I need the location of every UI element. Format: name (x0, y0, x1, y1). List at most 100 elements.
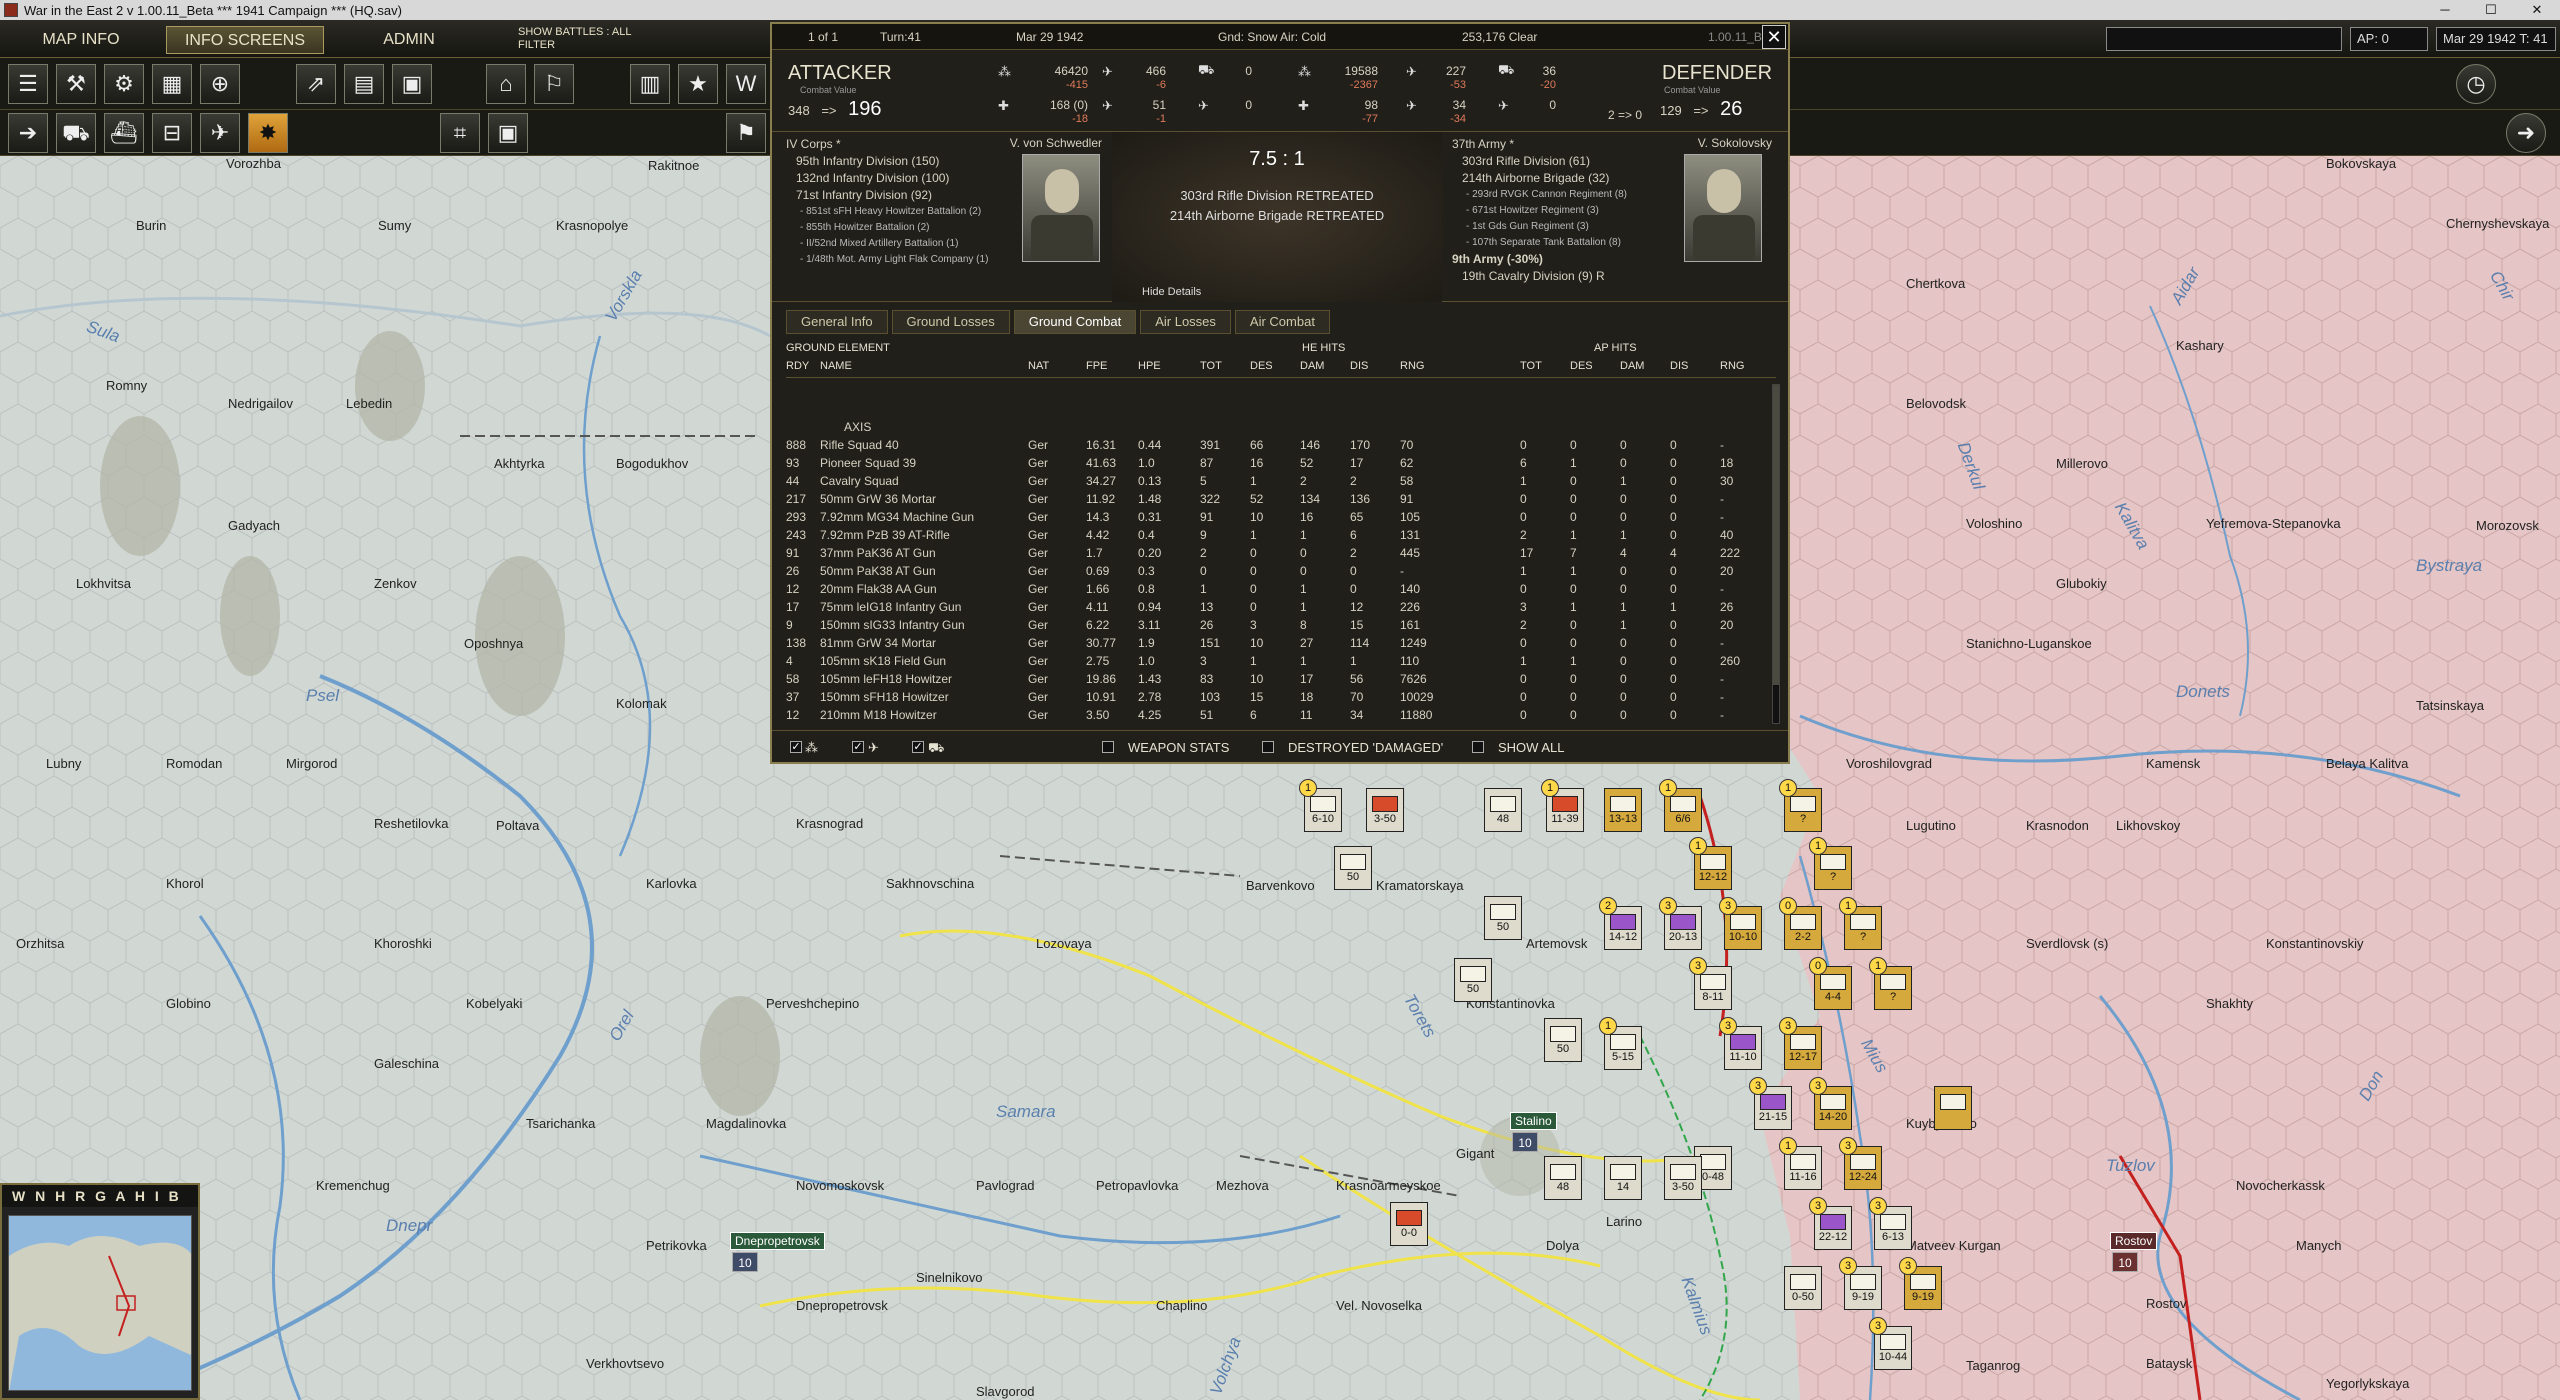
unit-counter[interactable]: 3 22-12 (1809, 1197, 1852, 1250)
unit-counter[interactable]: 3 9-19 (1899, 1257, 1942, 1310)
column-header[interactable]: HPE (1138, 360, 1161, 372)
table-row[interactable]: 93 Pioneer Squad 39 Ger 41.63 1.0 87 16 52 17 62 6… (786, 456, 1776, 474)
w-icon[interactable]: W (726, 64, 766, 104)
column-header[interactable]: DAM (1620, 360, 1644, 372)
unit-counter[interactable]: 3 21-15 (1749, 1077, 1792, 1130)
unit-counter[interactable] (1934, 1086, 1972, 1130)
files-icon[interactable]: ▥ (630, 64, 670, 104)
filter-afv-checkbox[interactable]: ✓ (912, 741, 924, 753)
minimap-filter-tabs[interactable]: W N H R G A H I B (2, 1185, 198, 1207)
column-header[interactable]: NAME (820, 360, 852, 372)
column-header[interactable]: DIS (1350, 360, 1368, 372)
hide-details-link[interactable]: Hide Details (1142, 286, 1201, 298)
table-row[interactable]: 4 105mm sK18 Field Gun Ger 2.75 1.0 3 1 1 1 110 1 1… (786, 654, 1776, 672)
column-header[interactable]: RNG (1400, 360, 1424, 372)
scrollbar-thumb[interactable] (1773, 385, 1779, 685)
table-row[interactable]: 17 75mm leIG18 Infantry Gun Ger 4.11 0.94 13 0… (786, 600, 1776, 618)
target-icon[interactable]: ⊕ (200, 64, 240, 104)
unit-counter[interactable]: 50 (1484, 896, 1522, 940)
fort-icon[interactable]: ▣ (488, 113, 528, 153)
table-row[interactable]: 91 37mm PaK36 AT Gun Ger 1.7 0.20 2 0 0 2 445 17 7 4… (786, 546, 1776, 564)
column-header[interactable]: RDY (786, 360, 809, 372)
table-row[interactable]: 138 81mm GrW 34 Mortar Ger 30.77 1.9 151 10 27 1… (786, 636, 1776, 654)
move-arrow-icon[interactable]: ➔ (8, 113, 48, 153)
naval-icon[interactable]: ⛴ (104, 113, 144, 153)
unit-counter[interactable]: 1 6/6 (1659, 779, 1702, 832)
close-window-button[interactable]: ✕ (2514, 0, 2560, 20)
unit-counter[interactable]: 3 12-24 (1839, 1137, 1882, 1190)
transfer-icon[interactable]: ⇗ (296, 64, 336, 104)
org-chart-icon[interactable]: ⚐ (534, 64, 574, 104)
table-row[interactable]: 293 7.92mm MG34 Machine Gun Ger 14.3 0.31 91 1… (786, 510, 1776, 528)
show-battles-filter[interactable]: SHOW BATTLES : ALL FILTER (518, 26, 668, 52)
unit-counter[interactable]: 2 14-12 (1599, 897, 1642, 950)
unit-counter[interactable]: 1 12-12 (1689, 837, 1732, 890)
unit-counter[interactable]: 3 14-20 (1809, 1077, 1852, 1130)
unit-counter[interactable]: 1 5-15 (1599, 1017, 1642, 1070)
table-row[interactable]: 37 150mm sFH18 Howitzer Ger 10.91 2.78 103 15 1… (786, 690, 1776, 708)
tab-general-info[interactable]: General Info (786, 310, 888, 334)
destroyed-damaged-checkbox[interactable] (1262, 741, 1274, 753)
rail-icon[interactable]: ⛟ (56, 113, 96, 153)
unit-counter[interactable]: 1? (1839, 897, 1882, 950)
unit-counter[interactable]: 1 11-16 (1779, 1137, 1822, 1190)
production-icon[interactable]: ⚒ (56, 64, 96, 104)
minimap[interactable] (8, 1215, 192, 1391)
clock-icon[interactable]: ◷ (2456, 64, 2496, 104)
column-header[interactable]: RNG (1720, 360, 1744, 372)
filter-men-checkbox[interactable]: ✓ (790, 741, 802, 753)
table-row[interactable]: 58 105mm leFH18 Howitzer Ger 19.86 1.43 83 10 1… (786, 672, 1776, 690)
filter-guns-checkbox[interactable]: ✓ (852, 741, 864, 753)
unit-counter[interactable]: 1 11-39 (1541, 779, 1584, 832)
table-row[interactable]: 12 210mm M18 Howitzer Ger 3.50 4.25 51 6 11 34 11… (786, 708, 1776, 726)
star-icon[interactable]: ★ (678, 64, 718, 104)
unit-counter[interactable]: 1 6-10 (1299, 779, 1342, 832)
column-header[interactable]: FPE (1086, 360, 1107, 372)
document-icon[interactable]: ▣ (392, 64, 432, 104)
unit-counter[interactable]: 3 9-19 (1839, 1257, 1882, 1310)
unit-counter[interactable]: 0 2-2 (1779, 897, 1822, 950)
menu-info-screens[interactable]: INFO SCREENS (166, 26, 324, 54)
bridge-icon[interactable]: ⊟ (152, 113, 192, 153)
weapon-stats-checkbox[interactable] (1102, 741, 1114, 753)
unit-counter[interactable]: 48 (1544, 1156, 1582, 1200)
unit-counter[interactable]: 48 (1484, 788, 1522, 832)
unit-counter[interactable]: 50 (1454, 958, 1492, 1002)
report-icon[interactable]: ▤ (344, 64, 384, 104)
column-header[interactable]: TOT (1200, 360, 1222, 372)
unit-counter[interactable]: 1? (1869, 957, 1912, 1010)
unit-counter[interactable]: 3-50 (1664, 1156, 1702, 1200)
column-header[interactable]: TOT (1520, 360, 1542, 372)
unit-counter[interactable]: 0-0 (1390, 1202, 1428, 1246)
combat-icon[interactable]: ✸ (248, 113, 288, 153)
show-all-checkbox[interactable] (1472, 741, 1484, 753)
unit-counter[interactable]: 3 8-11 (1689, 957, 1732, 1010)
close-icon[interactable]: ✕ (1762, 25, 1786, 49)
unit-counter[interactable]: 1? (1779, 779, 1822, 832)
table-row[interactable]: 243 7.92mm PzB 39 AT-Rifle Ger 4.42 0.4 9 1 1 6 1… (786, 528, 1776, 546)
column-header[interactable]: DES (1570, 360, 1593, 372)
unit-counter[interactable]: 3-50 (1366, 788, 1404, 832)
maximize-button[interactable]: ☐ (2468, 0, 2514, 20)
tab-air-losses[interactable]: Air Losses (1140, 310, 1231, 334)
unit-counter[interactable]: 3 6-13 (1869, 1197, 1912, 1250)
unit-counter[interactable]: 14 (1604, 1156, 1642, 1200)
flag-icon[interactable]: ⚑ (726, 113, 766, 153)
unit-counter[interactable]: 50 (1334, 846, 1372, 890)
paradrop-icon[interactable]: ✈ (200, 113, 240, 153)
next-arrow-icon[interactable]: ➜ (2506, 113, 2546, 153)
tab-air-combat[interactable]: Air Combat (1234, 310, 1330, 334)
unit-counter[interactable]: 0-50 (1784, 1266, 1822, 1310)
search-box[interactable] (2106, 27, 2342, 51)
unit-list-icon[interactable]: ☰ (8, 64, 48, 104)
column-header[interactable]: DAM (1300, 360, 1324, 372)
table-row[interactable]: 888 Rifle Squad 40 Ger 16.31 0.44 391 66 146 170… (786, 438, 1776, 456)
hq-icon[interactable]: ⌂ (486, 64, 526, 104)
table-row[interactable]: 26 50mm PaK38 AT Gun Ger 0.69 0.3 0 0 0 0 - 1 1 0 0 20 (786, 564, 1776, 582)
column-header[interactable]: DES (1250, 360, 1273, 372)
grid-icon[interactable]: ▦ (152, 64, 192, 104)
tab-ground-combat[interactable]: Ground Combat (1013, 310, 1137, 334)
column-header[interactable]: NAT (1028, 360, 1049, 372)
tab-ground-losses[interactable]: Ground Losses (891, 310, 1010, 334)
table-row[interactable]: 44 Cavalry Squad Ger 34.27 0.13 5 1 2 2 58 1 0 1 0 30 (786, 474, 1776, 492)
